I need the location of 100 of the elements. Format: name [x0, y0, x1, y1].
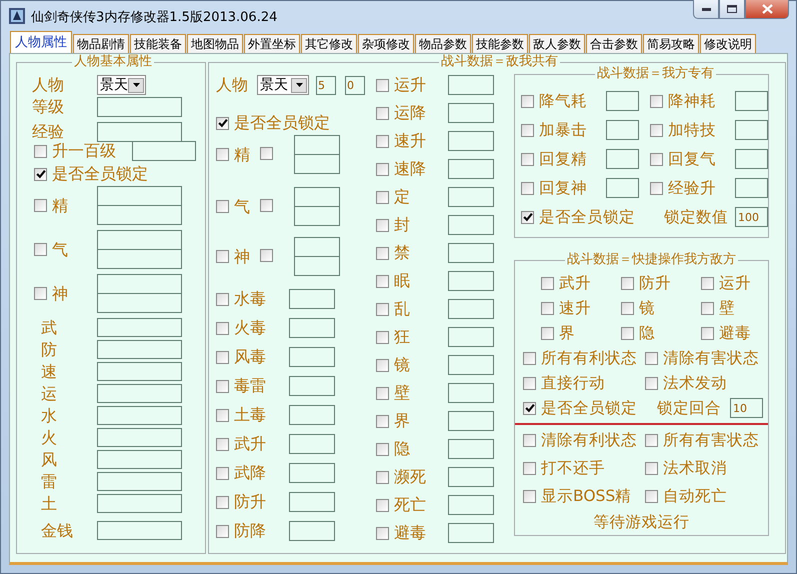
text-field[interactable] [448, 495, 494, 515]
checkbox[interactable] [216, 250, 229, 263]
checkbox[interactable] [216, 292, 229, 306]
checkbox[interactable] [376, 386, 389, 400]
checkbox[interactable] [216, 116, 229, 130]
checkbox[interactable] [376, 302, 389, 316]
checkbox[interactable] [216, 466, 229, 480]
text-field[interactable] [289, 434, 335, 454]
tab[interactable]: 人物属性 [10, 31, 72, 53]
text-field[interactable] [294, 206, 340, 226]
text-field[interactable] [289, 463, 335, 483]
text-field[interactable] [289, 405, 335, 425]
text-field[interactable] [289, 347, 335, 367]
text-field[interactable] [97, 318, 182, 337]
checkbox[interactable] [650, 124, 663, 136]
text-field[interactable] [97, 521, 182, 540]
text-field[interactable] [97, 428, 182, 447]
checkbox[interactable] [376, 442, 389, 456]
text-field[interactable] [448, 355, 494, 375]
checkbox[interactable] [621, 326, 634, 340]
text-field[interactable] [448, 299, 494, 319]
tab[interactable]: 技能装备 [130, 34, 186, 53]
tab[interactable]: 合击参数 [586, 34, 642, 53]
text-field[interactable]: 0 [345, 76, 365, 94]
text-field[interactable] [294, 237, 340, 256]
tab[interactable]: 简易攻略 [643, 34, 699, 53]
checkbox[interactable] [34, 144, 47, 158]
checkbox[interactable] [521, 182, 534, 194]
checkbox[interactable] [645, 434, 658, 446]
checkbox[interactable] [650, 152, 663, 166]
text-field[interactable] [97, 250, 182, 269]
text-field[interactable] [448, 439, 494, 459]
text-field[interactable] [97, 274, 182, 294]
text-field[interactable] [97, 294, 182, 313]
text-field[interactable] [448, 271, 494, 291]
checkbox[interactable] [216, 408, 229, 422]
checkbox[interactable] [260, 147, 273, 160]
checkbox[interactable] [650, 182, 663, 194]
checkbox[interactable] [34, 168, 47, 180]
minimize-button[interactable] [693, 0, 719, 19]
text-field[interactable] [97, 340, 182, 359]
maximize-button[interactable] [719, 0, 745, 19]
checkbox[interactable] [523, 462, 536, 474]
text-field[interactable] [448, 103, 494, 123]
text-field[interactable] [289, 521, 335, 541]
text-field[interactable] [97, 206, 182, 225]
checkbox[interactable] [523, 434, 536, 446]
tab[interactable]: 物品参数 [415, 34, 471, 53]
text-field[interactable] [294, 256, 340, 276]
text-field[interactable] [97, 97, 182, 117]
text-field[interactable] [97, 362, 182, 381]
checkbox[interactable] [523, 402, 536, 414]
text-field[interactable] [97, 122, 182, 142]
checkbox[interactable] [376, 470, 389, 484]
checkbox[interactable] [701, 326, 714, 340]
text-field[interactable] [448, 467, 494, 487]
checkbox[interactable] [523, 352, 536, 364]
checkbox[interactable] [376, 190, 389, 204]
close-button[interactable] [745, 0, 789, 19]
text-field[interactable] [735, 120, 768, 140]
checkbox[interactable] [260, 199, 273, 212]
text-field[interactable] [735, 178, 768, 198]
tab[interactable]: 修改说明 [700, 34, 756, 53]
text-field[interactable] [294, 154, 340, 174]
checkbox[interactable] [34, 243, 47, 256]
checkbox[interactable] [645, 490, 658, 502]
tab[interactable]: 敌人参数 [529, 34, 585, 53]
checkbox[interactable] [216, 438, 229, 450]
text-field[interactable] [448, 523, 494, 543]
checkbox[interactable] [376, 218, 389, 232]
text-field[interactable] [97, 406, 182, 425]
checkbox[interactable] [521, 152, 534, 166]
checkbox[interactable] [521, 94, 534, 108]
checkbox[interactable] [216, 350, 229, 364]
checkbox[interactable] [701, 276, 714, 290]
dropdown[interactable]: 景天 [97, 75, 146, 95]
text-field[interactable] [289, 289, 335, 309]
checkbox[interactable] [541, 326, 554, 340]
checkbox[interactable] [650, 94, 663, 108]
text-field[interactable] [289, 492, 335, 512]
text-field[interactable] [97, 494, 182, 513]
text-field[interactable] [606, 178, 639, 198]
checkbox[interactable] [376, 414, 389, 428]
text-field[interactable] [97, 472, 182, 491]
checkbox[interactable] [376, 162, 389, 176]
checkbox[interactable] [216, 322, 229, 334]
text-field[interactable] [606, 120, 639, 140]
text-field[interactable] [448, 327, 494, 347]
checkbox[interactable] [645, 462, 658, 474]
checkbox[interactable] [621, 276, 634, 290]
tab[interactable]: 地图物品 [187, 34, 243, 53]
checkbox[interactable] [376, 274, 389, 288]
checkbox[interactable] [645, 376, 658, 390]
checkbox[interactable] [376, 498, 389, 512]
text-field[interactable] [289, 318, 335, 338]
checkbox[interactable] [376, 246, 389, 260]
text-field[interactable] [132, 141, 196, 161]
text-field[interactable] [294, 135, 340, 154]
checkbox[interactable] [521, 124, 534, 136]
checkbox[interactable] [701, 302, 714, 314]
